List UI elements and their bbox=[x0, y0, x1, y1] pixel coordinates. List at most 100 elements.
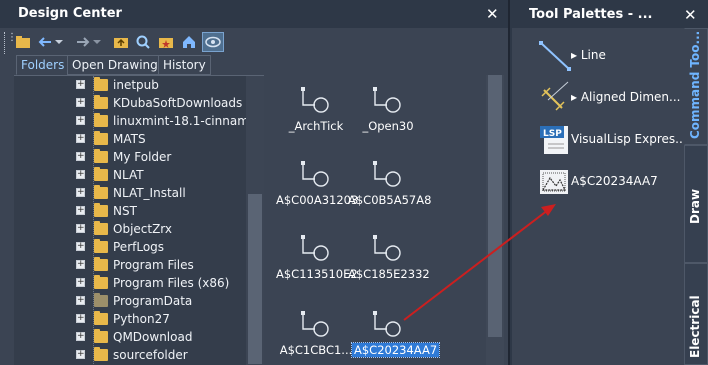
block-definition-icon bbox=[372, 159, 402, 189]
tree-item[interactable]: + QMDownload bbox=[14, 328, 264, 346]
up-folder-icon[interactable] bbox=[112, 33, 130, 51]
tab-electrical[interactable]: Electrical bbox=[684, 263, 708, 365]
expand-icon[interactable]: + bbox=[76, 314, 85, 323]
tab-history[interactable]: History bbox=[158, 55, 211, 75]
folder-icon bbox=[94, 257, 108, 271]
folder-icon bbox=[94, 329, 108, 343]
forward-dropdown-icon[interactable] bbox=[92, 33, 102, 51]
block-item[interactable]: A$C00A31203 bbox=[276, 153, 359, 221]
load-folder-icon[interactable] bbox=[14, 33, 32, 51]
tool-palettes-titlebar[interactable]: Tool Palettes - ... ✕ bbox=[510, 0, 708, 30]
expand-icon[interactable]: + bbox=[76, 188, 85, 197]
tool-block-a-c20234aa7[interactable]: A$C20234AA7 bbox=[512, 162, 684, 202]
block-item[interactable]: A$C20234AA7 bbox=[348, 303, 441, 365]
expand-icon[interactable]: + bbox=[76, 224, 85, 233]
tree-item[interactable]: + linuxmint-18.1-cinnamor bbox=[14, 112, 264, 130]
tree-item[interactable]: + KDubaSoftDownloads bbox=[14, 94, 264, 112]
tree-item[interactable]: + sourcefolder bbox=[14, 346, 264, 364]
tree-item-label: inetpub bbox=[113, 78, 159, 92]
back-dropdown-icon[interactable] bbox=[54, 33, 64, 51]
block-definition-icon bbox=[300, 159, 330, 189]
tree-item[interactable]: + NLAT bbox=[14, 166, 264, 184]
expand-icon[interactable]: + bbox=[76, 170, 85, 179]
expand-icon[interactable]: + bbox=[76, 260, 85, 269]
line-icon bbox=[538, 38, 572, 72]
block-item-label: A$C1CBC1... bbox=[279, 343, 353, 357]
home-icon[interactable] bbox=[180, 33, 198, 51]
tree-item[interactable]: + Program Files (x86) bbox=[14, 274, 264, 292]
tree-item[interactable]: + MATS bbox=[14, 130, 264, 148]
folder-tree[interactable]: + inetpub + KDubaSoftDownloads + linuxmint-18… bbox=[14, 75, 264, 365]
block-item[interactable]: A$C185E2332 bbox=[348, 227, 430, 295]
folder-icon bbox=[94, 131, 108, 145]
tree-view-toggle-icon[interactable] bbox=[202, 32, 224, 52]
design-center-close-button[interactable]: ✕ bbox=[486, 5, 499, 23]
tab-command-tools[interactable]: Command Too... bbox=[684, 28, 708, 145]
content-scrollbar-thumb[interactable] bbox=[488, 75, 502, 337]
tree-item-label: KDubaSoftDownloads bbox=[113, 96, 243, 110]
block-item[interactable]: _Open30 bbox=[348, 79, 428, 147]
tree-item-label: sourcefolder bbox=[113, 348, 188, 362]
block-item-label: A$C0B5A57A8 bbox=[348, 193, 432, 207]
expand-icon[interactable]: + bbox=[76, 152, 85, 161]
tool-aligned-dimension[interactable]: ▸ Aligned Dimen... bbox=[512, 78, 684, 118]
tree-item[interactable]: + ProgramData bbox=[14, 292, 264, 310]
tree-item-label: PerfLogs bbox=[113, 240, 165, 254]
block-item-label: _Open30 bbox=[362, 119, 414, 133]
block-item[interactable]: A$C0B5A57A8 bbox=[348, 153, 432, 221]
expand-icon[interactable]: + bbox=[76, 98, 85, 107]
expand-icon[interactable]: + bbox=[76, 296, 85, 305]
tool-line[interactable]: ▸ Line bbox=[512, 36, 684, 76]
design-center-titlebar[interactable]: Design Center ✕ bbox=[0, 0, 508, 28]
tree-scrollbar-thumb[interactable] bbox=[248, 194, 262, 364]
tree-item[interactable]: + NLAT_Install bbox=[14, 184, 264, 202]
tree-item[interactable]: + Python27 bbox=[14, 310, 264, 328]
tool-visuallisp[interactable]: LSP VisualLisp Expres... bbox=[512, 120, 687, 160]
tab-draw[interactable]: Draw bbox=[684, 145, 708, 263]
folder-icon bbox=[94, 203, 108, 217]
tree-item-label: linuxmint-18.1-cinnamor bbox=[113, 114, 262, 128]
favorites-folder-icon[interactable] bbox=[157, 33, 175, 51]
tree-item[interactable]: + ObjectZrx bbox=[14, 220, 264, 238]
tree-item[interactable]: + PerfLogs bbox=[14, 238, 264, 256]
expand-icon[interactable]: + bbox=[76, 116, 85, 125]
expand-icon[interactable]: + bbox=[76, 278, 85, 287]
aligned-dimension-icon bbox=[538, 80, 572, 114]
palette-vertical-tabs: Command Too... Draw Electrical bbox=[684, 28, 708, 365]
tab-command-tools-label: Command Too... bbox=[688, 30, 702, 139]
tree-item[interactable]: + NST bbox=[14, 202, 264, 220]
tree-item-label: ProgramData bbox=[113, 294, 193, 308]
tool-block-label: A$C20234AA7 bbox=[571, 174, 658, 188]
tool-palettes-close-button[interactable]: ✕ bbox=[684, 6, 697, 24]
expand-icon[interactable]: + bbox=[76, 350, 85, 359]
expand-icon[interactable]: + bbox=[76, 332, 85, 341]
expand-icon[interactable]: + bbox=[76, 242, 85, 251]
tree-item[interactable]: + inetpub bbox=[14, 76, 264, 94]
block-item-label: A$C00A31203 bbox=[276, 193, 359, 207]
expand-icon[interactable]: + bbox=[76, 134, 85, 143]
tab-open-drawings[interactable]: Open Drawings bbox=[67, 55, 170, 75]
grip-handle[interactable]: ⋮ bbox=[4, 32, 17, 54]
back-arrow-icon[interactable] bbox=[36, 33, 54, 51]
folder-icon bbox=[94, 185, 108, 199]
tree-item-label: Program Files bbox=[113, 258, 194, 272]
tool-palettes-panel: Tool Palettes - ... ✕ ▸ Line ▸ Aligned D… bbox=[510, 0, 708, 365]
tree-item-label: Program Files (x86) bbox=[113, 276, 230, 290]
block-item[interactable]: _ArchTick bbox=[276, 79, 356, 147]
tree-item-label: ObjectZrx bbox=[113, 222, 173, 236]
folder-icon bbox=[94, 113, 108, 127]
forward-arrow-icon[interactable] bbox=[74, 33, 92, 51]
block-item[interactable]: A$C1CBC1... bbox=[276, 303, 356, 365]
folder-icon bbox=[94, 221, 108, 235]
tree-item[interactable]: + Program Files bbox=[14, 256, 264, 274]
block-definition-icon bbox=[372, 85, 402, 115]
tree-item[interactable]: + My Folder bbox=[14, 148, 264, 166]
tab-folders[interactable]: Folders bbox=[16, 55, 70, 75]
tool-line-label: ▸ Line bbox=[571, 48, 606, 62]
expand-icon[interactable]: + bbox=[76, 206, 85, 215]
search-icon[interactable] bbox=[134, 33, 152, 51]
block-item-label: A$C20234AA7 bbox=[350, 342, 441, 358]
block-item[interactable]: A$C113510E2 bbox=[276, 227, 358, 295]
expand-icon[interactable]: + bbox=[76, 80, 85, 89]
tree-item-label: NLAT bbox=[113, 168, 144, 182]
